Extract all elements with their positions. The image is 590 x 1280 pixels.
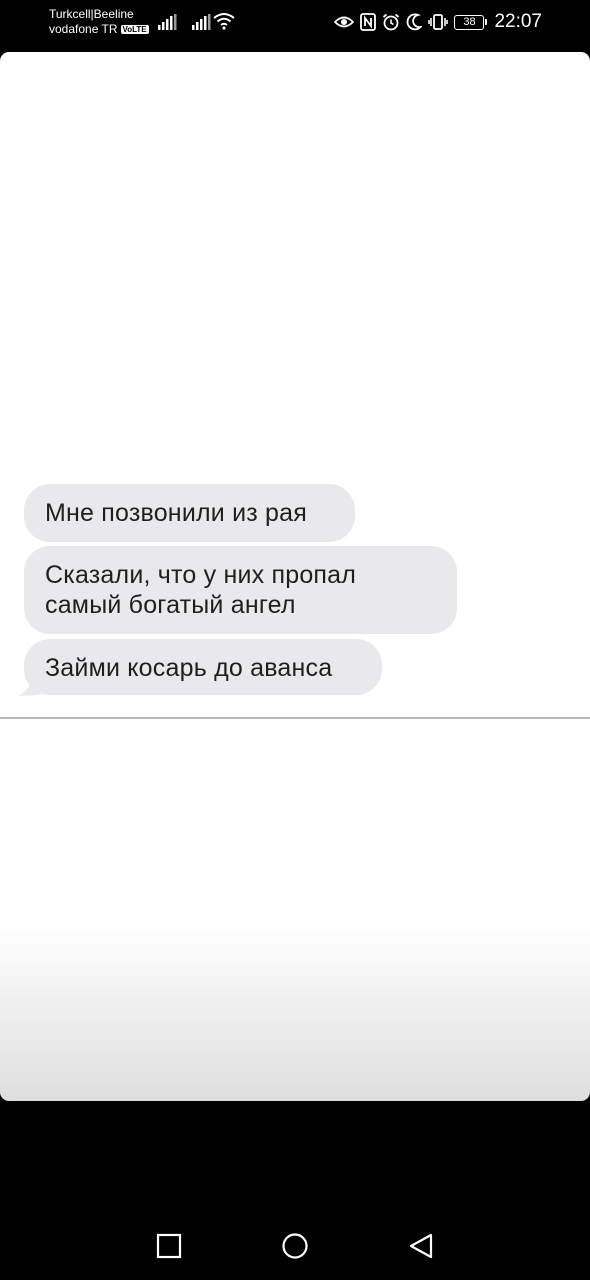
message-bubble: Займи косарь до аванса — [24, 639, 382, 695]
carrier-info: Turkcell|Beeline vodafone TR VoLTE — [49, 7, 149, 37]
recent-apps-icon[interactable] — [156, 1233, 182, 1259]
moon-icon — [407, 13, 423, 31]
volte-badge: VoLTE — [120, 25, 149, 34]
message-bubble: Мне позвонили из рая — [24, 484, 355, 542]
divider — [0, 717, 590, 719]
battery-icon: 38 — [454, 14, 488, 30]
message-bubble: Сказали, что у них пропал самый богатый … — [24, 546, 457, 634]
message-text: Займи косарь до аванса — [45, 654, 333, 682]
image-viewer[interactable]: Мне позвонили из рая Сказали, что у них … — [0, 52, 590, 1101]
back-icon[interactable] — [408, 1233, 434, 1261]
signal-icon — [192, 14, 211, 30]
alarm-icon — [383, 13, 400, 31]
message-text: самый богатый ангел — [45, 591, 296, 619]
wifi-icon — [213, 13, 235, 30]
nfc-icon — [360, 13, 377, 31]
home-icon[interactable] — [281, 1233, 309, 1261]
message-text: Сказали, что у них пропал — [45, 561, 357, 589]
status-bar: Turkcell|Beeline vodafone TR VoLTE 38 22… — [0, 0, 590, 48]
carrier-2: vodafone TR — [49, 22, 118, 36]
phone-screen: Turkcell|Beeline vodafone TR VoLTE 38 22… — [0, 0, 590, 1280]
navigation-bar — [0, 1210, 590, 1280]
status-icons: 38 22:07 — [334, 10, 542, 34]
carrier-1: Turkcell|Beeline — [49, 7, 134, 21]
vibrate-icon — [428, 14, 449, 30]
signal-icon — [158, 14, 177, 30]
clock: 22:07 — [494, 11, 542, 32]
carrier-2-row: vodafone TR VoLTE — [49, 22, 149, 37]
message-text: Мне позвонили из рая — [45, 499, 307, 527]
eye-icon — [334, 16, 355, 28]
